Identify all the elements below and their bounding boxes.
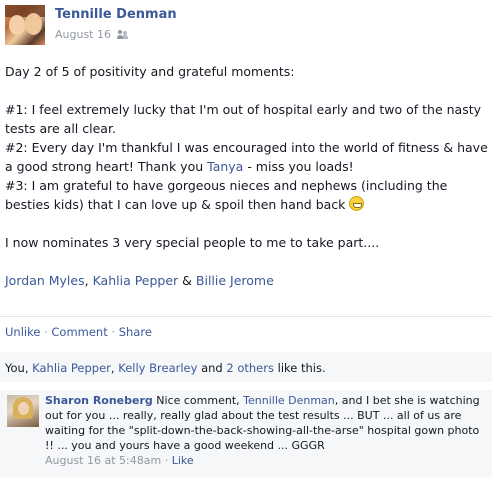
- nominee-separator: ,: [84, 273, 93, 288]
- share-button[interactable]: Share: [119, 325, 152, 339]
- nominee-ampersand: &: [178, 273, 196, 288]
- action-separator: ·: [107, 325, 119, 339]
- likes-summary: You, Kahlia Pepper, Kelly Brearley and 2…: [5, 361, 326, 375]
- comment-timestamp[interactable]: August 16 at 5:48am: [45, 454, 161, 467]
- grateful-item-2-end: - miss you loads!: [243, 159, 354, 174]
- grateful-item-3: #3: I am grateful to have gorgeous niece…: [5, 176, 491, 214]
- nominees: Jordan Myles, Kahlia Pepper & Billie Jer…: [5, 271, 491, 290]
- liker-kahlia-pepper[interactable]: Kahlia Pepper: [32, 361, 111, 375]
- action-separator: ·: [40, 325, 52, 339]
- liker-kelly-brearley[interactable]: Kelly Brearley: [118, 361, 197, 375]
- comment-meta-separator: ·: [161, 454, 172, 467]
- likes-suffix: like this.: [273, 361, 326, 375]
- likes-others-link[interactable]: 2 others: [226, 361, 274, 375]
- likes-and: and: [197, 361, 227, 375]
- grateful-item-3-text: #3: I am grateful to have gorgeous niece…: [5, 178, 448, 212]
- likes-you: You,: [5, 361, 33, 375]
- author-avatar[interactable]: [5, 5, 45, 45]
- commenter-name[interactable]: Sharon Roneberg: [45, 394, 153, 407]
- nomination-text: I now nominates 3 very special people to…: [5, 235, 380, 250]
- commenter-avatar[interactable]: [7, 395, 39, 427]
- comment: Sharon Roneberg Nice comment, Tennille D…: [0, 390, 492, 477]
- grateful-item-2: #2: Every day I'm thankful I was encoura…: [5, 138, 491, 176]
- grin-emoji-icon: [349, 196, 365, 211]
- comment-button[interactable]: Comment: [51, 325, 107, 339]
- grateful-item-1: #1: I feel extremely lucky that I'm out …: [5, 102, 482, 136]
- divider: [0, 316, 492, 317]
- unlike-button[interactable]: Unlike: [5, 325, 40, 339]
- post-intro: Day 2 of 5 of positivity and grateful mo…: [5, 64, 295, 79]
- friends-icon[interactable]: [117, 30, 128, 39]
- nominee-jordan-myles[interactable]: Jordan Myles: [5, 273, 85, 288]
- post-actions: Unlike · Comment · Share: [5, 325, 152, 339]
- post-body: Day 2 of 5 of positivity and grateful mo…: [5, 62, 491, 290]
- post-date[interactable]: August 16: [55, 28, 111, 41]
- comment-meta: August 16 at 5:48am · Like: [45, 453, 490, 468]
- post-meta: August 16: [55, 28, 128, 41]
- mention-tanya[interactable]: Tanya: [207, 159, 243, 174]
- nominee-kahlia-pepper[interactable]: Kahlia Pepper: [93, 273, 179, 288]
- comment-body: Sharon Roneberg Nice comment, Tennille D…: [45, 393, 490, 468]
- comment-mention[interactable]: Tennille Denman: [243, 394, 335, 407]
- nominee-billie-jerome[interactable]: Billie Jerome: [196, 273, 274, 288]
- comment-text-start: Nice comment,: [152, 394, 244, 407]
- author-name[interactable]: Tennille Denman: [55, 7, 177, 22]
- comment-like-button[interactable]: Like: [172, 454, 194, 467]
- likes-bar: You, Kahlia Pepper, Kelly Brearley and 2…: [0, 352, 492, 382]
